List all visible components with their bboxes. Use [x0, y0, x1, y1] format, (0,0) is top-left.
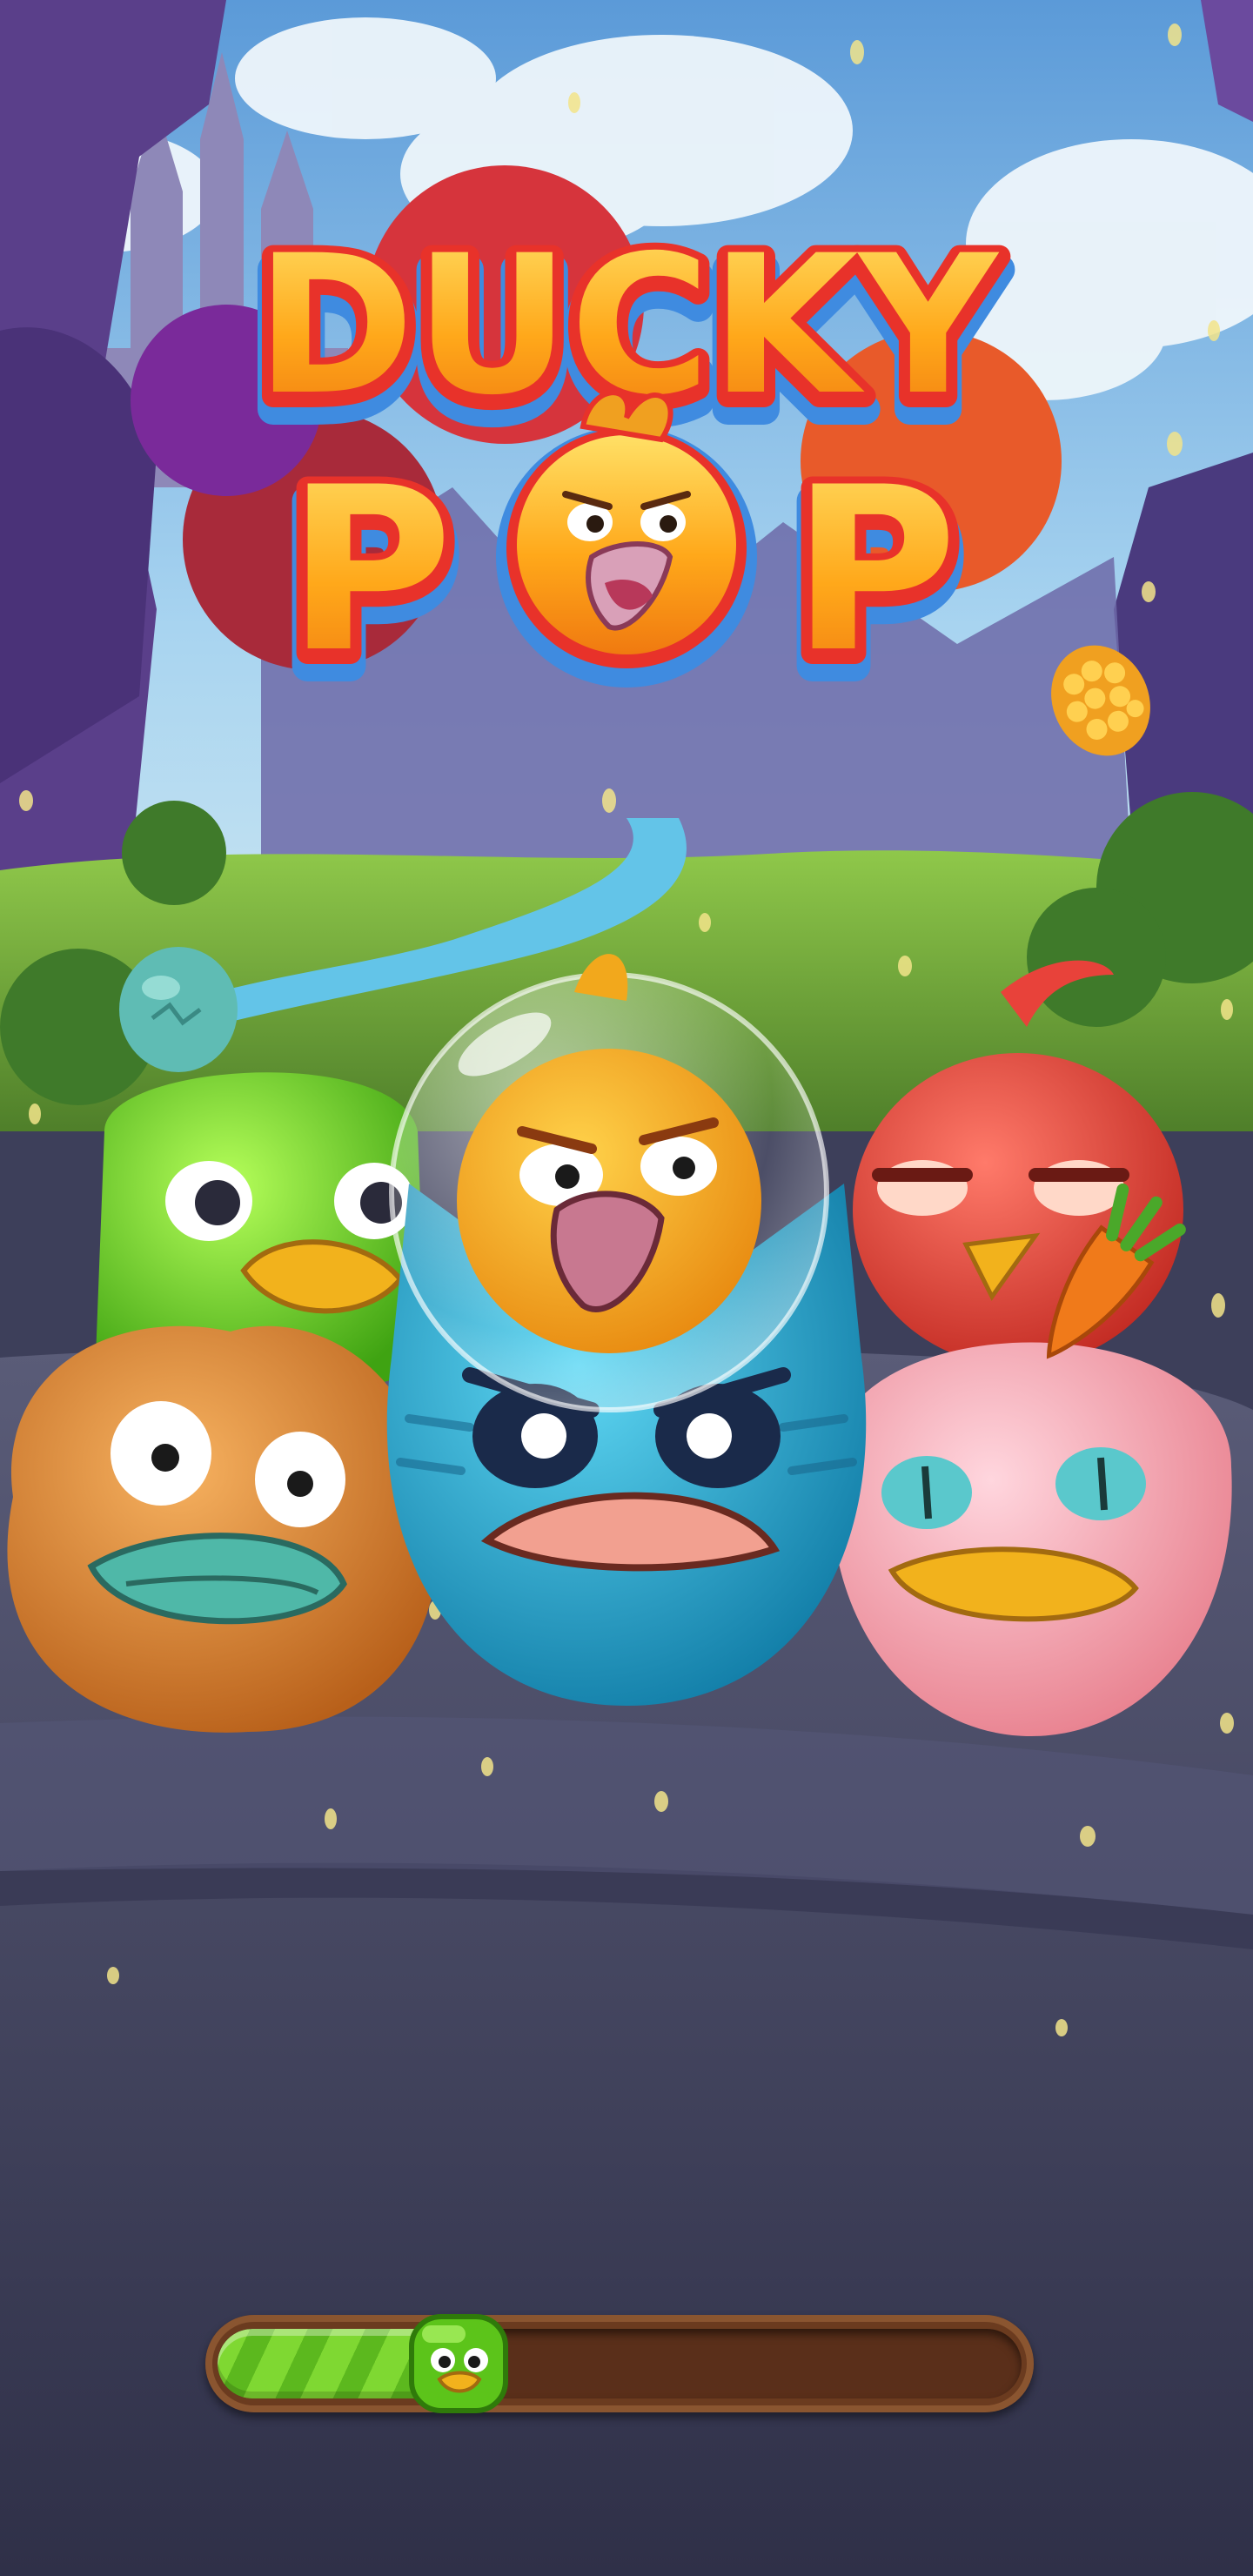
- egg-icon: [119, 947, 238, 1072]
- game-logo: DUCKY DUCKY DUCKY P P P P P P: [240, 207, 1015, 735]
- svg-text:P: P: [792, 439, 958, 702]
- loading-screen: DUCKY DUCKY DUCKY P P P P P P: [0, 0, 1253, 2576]
- svg-text:P: P: [287, 439, 453, 702]
- orange-fluffy-duck-character: [7, 1325, 438, 1733]
- loading-inner-track: [218, 2329, 1022, 2398]
- loading-progress-bar: [205, 2314, 1034, 2413]
- green-duck-icon: [406, 2311, 511, 2416]
- background-scene: DUCKY DUCKY DUCKY P P P P P P: [0, 0, 1253, 2576]
